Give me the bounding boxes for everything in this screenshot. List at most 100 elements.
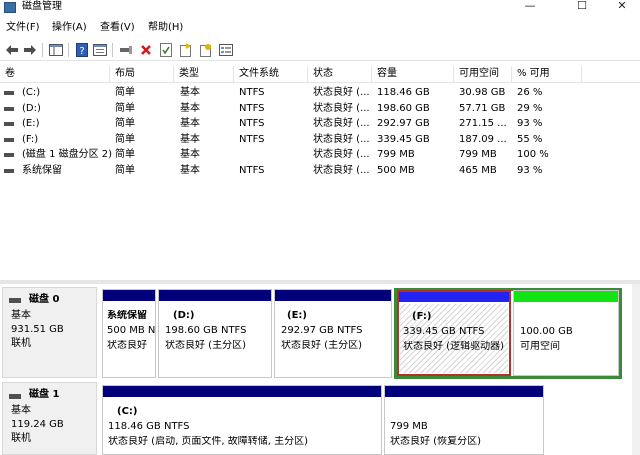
partition-bar: [385, 386, 543, 397]
refresh-icon[interactable]: [198, 42, 214, 58]
volume-icon: [4, 106, 14, 111]
disk-management-icon: [4, 2, 16, 13]
partition-system-reserved[interactable]: 系统保留 500 MB NTFS 状态良好: [102, 289, 156, 378]
table-row[interactable]: (E:) 简单 基本 NTFS 状态良好 (... 292.97 GB 271.15 ...…: [0, 116, 640, 132]
volume-icon: [4, 153, 14, 157]
partition-size: 100.00 GB: [520, 326, 573, 337]
partition-bar: [275, 290, 391, 301]
table-row[interactable]: (磁盘 1 磁盘分区 2) 简单 基本 状态良好 (... 799 MB 799 MB 10…: [0, 147, 640, 163]
forward-arrow-icon[interactable]: [22, 42, 38, 58]
maximize-button[interactable]: ☐: [560, 0, 604, 14]
partition-size: 500 MB NTFS: [107, 325, 155, 336]
partition-size: 118.46 GB NTFS: [108, 421, 190, 432]
table-row[interactable]: (C:) 简单 基本 NTFS 状态良好 (... 118.46 GB 30.98 GB 26…: [0, 85, 640, 101]
properties-icon[interactable]: [92, 42, 108, 58]
table-cell: NTFS: [239, 87, 265, 98]
table-cell: 基本: [180, 118, 200, 129]
table-cell: 状态良好 (...: [313, 118, 370, 129]
table-cell: 55 %: [517, 133, 543, 145]
scrollbar[interactable]: [632, 284, 640, 455]
table-cell: NTFS: [239, 118, 265, 129]
column-header-capacity[interactable]: 容量: [372, 66, 454, 83]
table-cell: 799 MB: [459, 149, 497, 160]
console-tree-icon[interactable]: [48, 42, 64, 58]
table-cell: 198.60 GB: [377, 102, 430, 114]
disk-status: 联机: [11, 433, 31, 444]
partition-d[interactable]: (D:) 198.60 GB NTFS 状态良好 (主分区): [158, 289, 272, 378]
check-icon[interactable]: [158, 42, 174, 58]
partition-bar: [103, 386, 381, 397]
delete-icon[interactable]: [138, 42, 154, 58]
table-cell: 基本: [180, 102, 200, 114]
menu-help[interactable]: 帮助(H): [148, 21, 183, 35]
table-cell: 30.98 GB: [459, 87, 506, 98]
table-cell: 状态良好 (...: [313, 149, 370, 160]
partition-status: 状态良好 (主分区): [281, 340, 362, 351]
toolbar-separator: [42, 43, 43, 57]
column-header-filesystem[interactable]: 文件系统: [234, 66, 308, 83]
table-cell: 状态良好 (...: [313, 133, 370, 145]
partition-label: 系统保留: [107, 310, 147, 321]
table-cell: (F:): [22, 133, 39, 145]
disk-name: 磁盘 1: [29, 389, 60, 400]
table-row[interactable]: (F:) 简单 基本 NTFS 状态良好 (... 339.45 GB 187.09 ...…: [0, 132, 640, 148]
disk-type: 基本: [11, 405, 31, 416]
table-cell: (E:): [22, 118, 40, 129]
details-icon[interactable]: [218, 42, 234, 58]
title-bar: 磁盘管理 — ☐ ✕: [0, 0, 640, 16]
column-header-type[interactable]: 类型: [174, 66, 234, 83]
disk-0-label[interactable]: 磁盘 0 基本 931.51 GB 联机: [2, 287, 97, 378]
table-cell: 基本: [180, 87, 200, 98]
table-cell: 187.09 ...: [459, 133, 507, 145]
disk-size: 119.24 GB: [11, 419, 64, 430]
menu-bar: 文件(F) 操作(A) 查看(V) 帮助(H): [0, 19, 640, 37]
connect-icon[interactable]: [118, 42, 134, 58]
disk-1-label[interactable]: 磁盘 1 基本 119.24 GB 联机: [2, 382, 97, 455]
volume-icon: [4, 122, 14, 126]
column-header-status[interactable]: 状态: [308, 66, 372, 83]
table-cell: 简单: [115, 164, 135, 176]
partition-status: 状态良好 (启动, 页面文件, 故障转储, 主分区): [108, 436, 309, 447]
table-cell: 简单: [115, 118, 135, 129]
minimize-button[interactable]: —: [508, 0, 552, 14]
table-cell: NTFS: [239, 164, 265, 176]
table-cell: 100 %: [517, 149, 549, 160]
menu-file[interactable]: 文件(F): [6, 21, 40, 35]
disk-type: 基本: [11, 310, 31, 321]
window-title: 磁盘管理: [22, 1, 62, 12]
partition-bar: [103, 290, 155, 301]
table-cell: 292.97 GB: [377, 118, 430, 129]
selection-outline: [397, 290, 511, 376]
help-icon[interactable]: ?: [74, 42, 90, 58]
table-cell: 271.15 ...: [459, 118, 507, 129]
partition-status: 状态良好: [107, 340, 147, 351]
table-cell: 状态良好 (...: [313, 87, 370, 98]
table-cell: NTFS: [239, 133, 265, 145]
table-cell: 339.45 GB: [377, 133, 430, 145]
column-header-layout[interactable]: 布局: [110, 66, 174, 83]
partition-c[interactable]: (C:) 118.46 GB NTFS 状态良好 (启动, 页面文件, 故障转储…: [102, 385, 382, 455]
close-button[interactable]: ✕: [604, 0, 640, 14]
disk-view: 磁盘 0 基本 931.51 GB 联机 系统保留 500 MB NTFS 状态…: [0, 284, 632, 455]
table-cell: 57.71 GB: [459, 102, 506, 114]
column-header-volume[interactable]: 卷: [0, 66, 110, 83]
menu-view[interactable]: 查看(V): [100, 21, 135, 35]
toolbar: ?: [0, 39, 640, 61]
menu-action[interactable]: 操作(A): [52, 21, 87, 35]
partition-free-space[interactable]: 100.00 GB 可用空间: [513, 290, 619, 376]
column-header-free-space[interactable]: 可用空间: [454, 66, 512, 83]
disk-icon: [9, 394, 21, 399]
rescan-icon[interactable]: [178, 42, 194, 58]
column-header-percent-free[interactable]: % 可用: [512, 66, 582, 83]
table-row[interactable]: (D:) 简单 基本 NTFS 状态良好 (... 198.60 GB 57.71 GB 29…: [0, 101, 640, 117]
disk-icon: [9, 298, 21, 303]
table-cell: 93 %: [517, 118, 543, 129]
partition-e[interactable]: (E:) 292.97 GB NTFS 状态良好 (主分区): [274, 289, 392, 378]
volume-icon: [4, 91, 14, 95]
back-arrow-icon[interactable]: [4, 42, 20, 58]
disk-size: 931.51 GB: [11, 324, 64, 335]
table-cell: (C:): [22, 87, 41, 98]
table-row[interactable]: 系统保留 简单 基本 NTFS 状态良好 (... 500 MB 465 MB 93 %: [0, 163, 640, 179]
table-cell: 简单: [115, 102, 135, 114]
partition-recovery[interactable]: 799 MB 状态良好 (恢复分区): [384, 385, 544, 455]
